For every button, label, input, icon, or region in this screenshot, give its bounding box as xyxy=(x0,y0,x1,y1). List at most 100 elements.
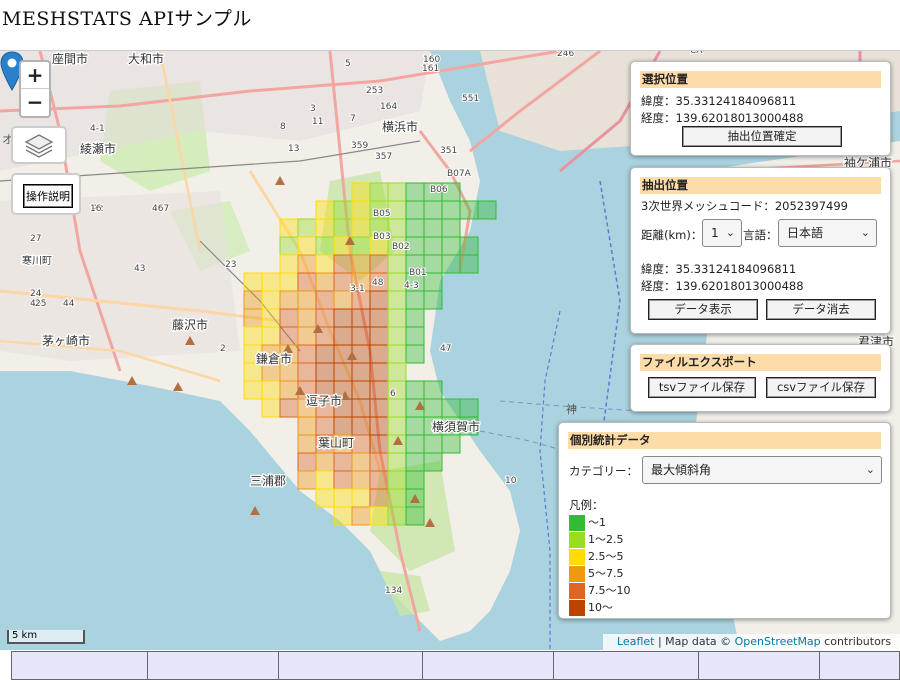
mesh-cell xyxy=(315,470,335,490)
mesh-cell xyxy=(387,182,407,202)
language-select[interactable]: 日本語 ⌄ xyxy=(778,219,877,247)
legend-item: ～1 xyxy=(569,514,606,531)
mesh-cell xyxy=(405,380,425,400)
mesh-cell xyxy=(297,290,317,310)
city-label: 三浦郡 xyxy=(250,474,286,488)
mesh-cell xyxy=(369,362,389,382)
mesh-cell xyxy=(387,218,407,238)
mesh-cell xyxy=(297,236,317,256)
confirm-position-button[interactable]: 抽出位置確定 xyxy=(682,126,842,147)
help-button[interactable]: 操作説明 xyxy=(23,184,73,208)
legend-swatch xyxy=(569,566,585,582)
road-number-label: 16 xyxy=(90,204,102,214)
layers-button[interactable] xyxy=(11,126,67,164)
clear-data-button[interactable]: データ消去 xyxy=(766,299,876,320)
bottom-table-header xyxy=(11,651,900,680)
scale-bar: 5 km xyxy=(7,630,85,644)
mesh-cell xyxy=(297,308,317,328)
mesh-cell xyxy=(315,488,335,508)
road-number-label: 359 xyxy=(351,141,368,151)
mesh-cell xyxy=(297,470,317,490)
mesh-cell xyxy=(351,254,371,274)
legend-label: 1～2.5 xyxy=(588,533,624,546)
mesh-cell xyxy=(351,416,371,436)
latitude-text: 緯度：35.33124184096811 xyxy=(641,262,797,276)
mesh-cell xyxy=(351,308,371,328)
mesh-cell xyxy=(441,254,461,274)
help-control: 操作説明 xyxy=(11,173,81,215)
legend-item: 1～2.5 xyxy=(569,531,624,548)
distance-select[interactable]: 1 ⌄ xyxy=(702,219,742,247)
attribution-separator: | Map data © xyxy=(657,635,732,648)
mesh-cell xyxy=(315,254,335,274)
zoom-in-button[interactable]: + xyxy=(21,62,49,89)
tsv-save-button[interactable]: tsvファイル保存 xyxy=(648,377,756,398)
panel-title: ファイルエクスポート xyxy=(640,354,881,371)
mesh-cell xyxy=(333,254,353,274)
mesh-cell xyxy=(459,200,479,220)
mesh-cell xyxy=(405,326,425,346)
mesh-cell xyxy=(333,488,353,508)
category-select[interactable]: 最大傾斜角 ⌄ xyxy=(642,456,882,484)
road-number-label: 246 xyxy=(557,51,574,59)
csv-save-button[interactable]: csvファイル保存 xyxy=(766,377,876,398)
show-data-button[interactable]: データ表示 xyxy=(648,299,758,320)
mesh-cell xyxy=(387,290,407,310)
road-number-label: 4-3 xyxy=(404,281,419,291)
mesh-cell xyxy=(351,362,371,382)
road-number-label: B03 xyxy=(373,232,391,242)
mesh-cell xyxy=(387,506,407,526)
mesh-cell xyxy=(351,452,371,472)
mesh-cell xyxy=(333,506,353,526)
mesh-cell xyxy=(315,362,335,382)
mesh-cell xyxy=(333,362,353,382)
legend-swatch xyxy=(569,549,585,565)
road-number-label: 8 xyxy=(280,122,286,132)
leaflet-link[interactable]: Leaflet xyxy=(617,635,654,648)
city-label: 大和市 xyxy=(128,51,164,66)
city-label: 茅ヶ崎市 xyxy=(42,333,90,348)
mesh-cell xyxy=(315,344,335,364)
mesh-cell xyxy=(405,218,425,238)
mesh-cell xyxy=(351,470,371,490)
mesh-cell xyxy=(387,470,407,490)
city-label: 横須賀市 xyxy=(432,419,480,434)
mesh-cell xyxy=(369,416,389,436)
mesh-cell xyxy=(387,362,407,382)
selected-position-panel: 選択位置 緯度：35.33124184096811 経度：139.6201801… xyxy=(630,61,891,156)
city-label: 葉山町 xyxy=(318,436,354,450)
mesh-cell xyxy=(297,452,317,472)
chevron-down-icon: ⌄ xyxy=(865,463,875,476)
road-number-label: 7 xyxy=(350,114,356,124)
mesh-cell xyxy=(405,290,425,310)
mesh-cell xyxy=(477,200,497,220)
mesh-cell xyxy=(297,362,317,382)
road-number-label: B05 xyxy=(373,209,391,219)
mesh-cell xyxy=(315,308,335,328)
mesh-cell xyxy=(423,290,443,310)
osm-link[interactable]: OpenStreetMap xyxy=(735,635,821,648)
distance-label: 距離(km)： xyxy=(641,228,703,242)
mesh-cell xyxy=(279,236,299,256)
mesh-cell xyxy=(369,488,389,508)
mesh-cell xyxy=(351,488,371,508)
mesh-cell xyxy=(387,200,407,220)
mesh-cell xyxy=(297,272,317,292)
language-value: 日本語 xyxy=(787,226,824,240)
mesh-cell xyxy=(297,326,317,346)
mesh-cell xyxy=(441,398,461,418)
zoom-out-button[interactable]: − xyxy=(21,89,49,116)
mesh-cell xyxy=(333,218,353,238)
mesh-cell xyxy=(315,218,335,238)
mesh-cell xyxy=(405,470,425,490)
mesh-cell xyxy=(423,272,443,292)
mesh-cell xyxy=(279,380,299,400)
mesh-cell xyxy=(405,344,425,364)
mesh-cell xyxy=(369,434,389,454)
mesh-cell xyxy=(369,452,389,472)
legend-item: 2.5～5 xyxy=(569,548,624,565)
road-number-label: 357 xyxy=(375,152,392,162)
mesh-cell xyxy=(333,344,353,364)
mesh-cell xyxy=(369,398,389,418)
road-number-label: B01 xyxy=(409,268,427,278)
